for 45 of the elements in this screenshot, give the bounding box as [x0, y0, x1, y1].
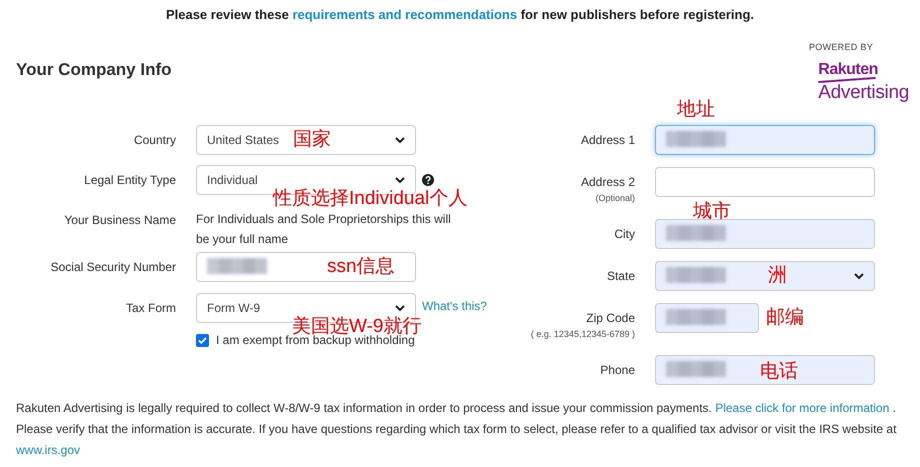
input-field[interactable]	[655, 125, 875, 155]
dropdown[interactable]	[655, 261, 875, 291]
field-label: Tax Form	[126, 300, 176, 317]
field-label: Country	[134, 132, 176, 149]
field-note: For Individuals and Sole Proprietorships this will be your full name	[196, 211, 452, 248]
brand-logo: Rakuten Advertising	[818, 62, 909, 102]
input-field[interactable]	[196, 252, 416, 282]
annotation-text: 电话	[760, 362, 798, 381]
chevron-icon	[395, 304, 405, 312]
powered-by-label: POWERED BY	[808, 42, 873, 52]
input-field[interactable]	[655, 219, 875, 249]
annotation-text: 洲	[768, 266, 787, 285]
field-label: State	[606, 268, 635, 285]
field-label: Social Security Number	[50, 259, 176, 276]
field-label: City	[614, 226, 635, 243]
verify-text: Please verify that the information is accurate. If you have questions regarding which tax form to select, please refer to a qualified tax advisor or visit the IRS website at www.irs.gov	[16, 421, 898, 459]
chevron-icon	[395, 136, 405, 144]
chevron-icon	[395, 176, 405, 184]
annotation-text: ssn信息	[327, 257, 395, 276]
requirements-link[interactable]: requirements and recommendations	[292, 7, 518, 22]
chevron-icon	[854, 272, 864, 280]
checkbox-label: I am exempt from backup withholding	[216, 333, 415, 347]
input-field[interactable]	[655, 355, 875, 385]
field-label: Address 2	[580, 174, 635, 191]
tax-info-text: Rakuten Advertising is legally required to collect W-8/W-9 tax information in order to process and issue your commission payments. Please click for more information .	[16, 400, 897, 417]
irs-link[interactable]: www.irs.gov	[16, 443, 80, 457]
field-hint: (Optional)	[595, 193, 635, 203]
section-title: Your Company Info	[16, 60, 172, 81]
annotation-text: 邮编	[766, 308, 804, 327]
field-label: Zip Code	[586, 310, 635, 327]
annotation-text: 国家	[293, 130, 331, 149]
notice-text: Please review these requirements and recommendations for new publishers before registering.	[164, 6, 756, 24]
checkbox[interactable]	[196, 334, 209, 346]
field-label: Your Business Name	[64, 212, 176, 229]
field-label: Phone	[600, 362, 635, 379]
field-hint: ( e.g. 12345,12345-6789 )	[530, 329, 635, 339]
help-icon[interactable]	[422, 174, 434, 186]
more-info-link[interactable]: Please click for more information	[715, 401, 890, 415]
field-label: Address 1	[580, 132, 635, 149]
input-field[interactable]	[655, 303, 759, 333]
whats-this-link[interactable]: What's this?	[422, 299, 487, 313]
annotation-text: 城市	[693, 202, 731, 221]
field-label: Legal Entity Type	[84, 172, 176, 189]
annotation-text: 地址	[677, 100, 715, 119]
input-field[interactable]	[655, 167, 875, 197]
